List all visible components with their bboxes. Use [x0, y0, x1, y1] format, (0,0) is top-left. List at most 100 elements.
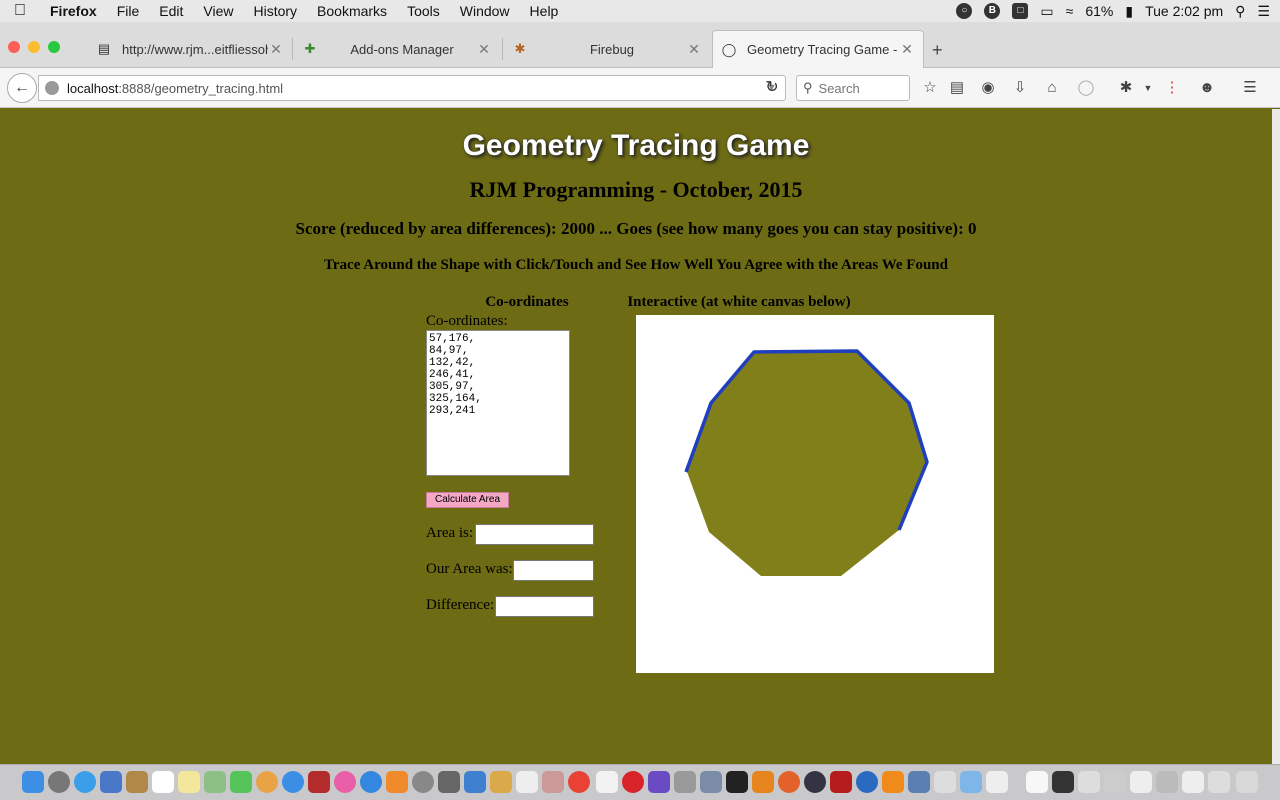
firefox-icon[interactable] — [778, 771, 800, 793]
menu-help[interactable]: Help — [520, 3, 569, 19]
maps-icon[interactable] — [204, 771, 226, 793]
spotlight-icon[interactable]: ⚲ — [1235, 3, 1245, 20]
menu-view[interactable]: View — [193, 3, 243, 19]
document-icon[interactable] — [596, 771, 618, 793]
menu-tools[interactable]: Tools — [397, 3, 450, 19]
area-field[interactable] — [475, 524, 594, 545]
filezilla-icon[interactable] — [830, 771, 852, 793]
sync-icon[interactable]: ◯ — [1076, 78, 1096, 98]
firebug-icon[interactable]: ✱ — [1116, 78, 1136, 98]
dock-app-icon[interactable] — [1052, 771, 1074, 793]
xcode-icon[interactable] — [464, 771, 486, 793]
tracing-canvas[interactable] — [636, 315, 994, 673]
dock-app-icon[interactable] — [804, 771, 826, 793]
new-tab-icon[interactable]: + — [932, 40, 943, 61]
calculate-area-button[interactable]: Calculate Area — [426, 492, 509, 508]
tab-firebug[interactable]: ✱ Firebug ✕ — [506, 30, 708, 68]
chat-app-icon[interactable] — [282, 771, 304, 793]
dock-app-icon[interactable] — [1104, 771, 1126, 793]
pocket-icon[interactable]: ◉ — [978, 78, 998, 98]
menu-bookmarks[interactable]: Bookmarks — [307, 3, 397, 19]
wifi-icon[interactable]: ≈ — [1066, 3, 1074, 19]
dock-app-icon[interactable] — [1130, 771, 1152, 793]
dock-app-icon[interactable] — [1182, 771, 1204, 793]
close-tab-icon[interactable]: ✕ — [268, 41, 284, 58]
launchpad-icon[interactable] — [48, 771, 70, 793]
difference-field[interactable] — [495, 596, 594, 617]
close-tab-icon[interactable]: ✕ — [686, 41, 702, 58]
firebug-menu-icon[interactable]: ▼ — [1138, 78, 1158, 98]
our-area-field[interactable] — [513, 560, 594, 581]
dock-app-icon[interactable] — [856, 771, 878, 793]
close-window-icon[interactable] — [8, 41, 20, 53]
battery-percent[interactable]: 61% — [1085, 3, 1113, 19]
opera-icon[interactable] — [622, 771, 644, 793]
menu-window[interactable]: Window — [450, 3, 520, 19]
clock[interactable]: Tue 2:02 pm — [1145, 3, 1223, 19]
contacts-icon[interactable] — [126, 771, 148, 793]
dock-app-icon[interactable] — [908, 771, 930, 793]
download-icon[interactable]: ⇩ — [1010, 78, 1030, 98]
apple-icon[interactable]:  — [0, 2, 40, 20]
airplay-icon[interactable]: ▭ — [1040, 3, 1053, 20]
dock-app-icon[interactable] — [438, 771, 460, 793]
tab-addons-manager[interactable]: ✚ Add-ons Manager ✕ — [296, 30, 498, 68]
status-b-icon[interactable]: B — [984, 3, 1001, 19]
dock-app-icon[interactable] — [1078, 771, 1100, 793]
notification-center-icon[interactable]: ☰ — [1257, 3, 1270, 20]
search-input[interactable]: ⚲ Search — [796, 75, 910, 101]
help-icon[interactable] — [934, 771, 956, 793]
menu-firefox[interactable]: Firefox — [40, 3, 107, 19]
imovie-icon[interactable] — [648, 771, 670, 793]
photos-icon[interactable] — [256, 771, 278, 793]
site-info-icon[interactable] — [45, 81, 59, 95]
tab-geometry-tracing[interactable]: ◯ Geometry Tracing Game - ... ✕ — [712, 30, 924, 68]
ibooks-icon[interactable] — [386, 771, 408, 793]
messages-icon[interactable] — [230, 771, 252, 793]
tab-rjm[interactable]: ▤ http://www.rjm...eitfliessohigh ✕ — [90, 30, 290, 68]
dots-icon[interactable]: ⋮ — [1162, 78, 1182, 98]
coordinates-textarea[interactable]: 57,176, 84,97, 132,42, 246,41, 305,97, 3… — [426, 330, 570, 476]
preview-icon[interactable] — [100, 771, 122, 793]
page-scrollbar[interactable] — [1272, 109, 1280, 764]
reading-list-icon[interactable]: ▤ — [947, 78, 967, 98]
status-circle-icon[interactable]: ○ — [956, 3, 973, 19]
dock-app-icon[interactable] — [752, 771, 774, 793]
safari-icon[interactable] — [74, 771, 96, 793]
battery-icon[interactable]: ▮ — [1125, 3, 1133, 20]
chat-icon[interactable]: ☻ — [1197, 78, 1217, 98]
dock-app-icon[interactable] — [516, 771, 538, 793]
dock-app-icon[interactable] — [1156, 771, 1178, 793]
dock-app-icon[interactable] — [674, 771, 696, 793]
dock-app-icon[interactable] — [986, 771, 1008, 793]
hamburger-menu-icon[interactable]: ☰ — [1240, 78, 1260, 98]
close-tab-icon[interactable]: ✕ — [899, 41, 915, 58]
document-icon[interactable] — [1026, 771, 1048, 793]
canvas-drawing[interactable] — [636, 315, 994, 673]
zoom-window-icon[interactable] — [48, 41, 60, 53]
dock-app-icon[interactable] — [960, 771, 982, 793]
itunes-icon[interactable] — [334, 771, 356, 793]
calendar-icon[interactable] — [152, 771, 174, 793]
reload-icon[interactable]: ↻ — [758, 75, 786, 101]
notes-icon[interactable] — [178, 771, 200, 793]
status-gauge-icon[interactable]: □ — [1012, 3, 1029, 19]
app-store-icon[interactable] — [360, 771, 382, 793]
system-preferences-icon[interactable] — [412, 771, 434, 793]
dock-app-icon[interactable] — [542, 771, 564, 793]
bookmark-star-icon[interactable]: ☆ — [920, 78, 940, 98]
close-tab-icon[interactable]: ✕ — [476, 41, 492, 58]
vlc-icon[interactable] — [882, 771, 904, 793]
menu-file[interactable]: File — [107, 3, 150, 19]
dock-app-icon[interactable] — [490, 771, 512, 793]
back-button[interactable]: ← — [7, 73, 37, 103]
menu-edit[interactable]: Edit — [149, 3, 193, 19]
url-bar[interactable]: localhost :8888/geometry_tracing.html ▼ — [38, 75, 786, 101]
dock-app-icon[interactable] — [1208, 771, 1230, 793]
home-icon[interactable]: ⌂ — [1042, 78, 1062, 98]
trash-icon[interactable] — [1236, 771, 1258, 793]
finder-icon[interactable] — [22, 771, 44, 793]
dock-app-icon[interactable] — [700, 771, 722, 793]
chrome-icon[interactable] — [568, 771, 590, 793]
minimize-window-icon[interactable] — [28, 41, 40, 53]
